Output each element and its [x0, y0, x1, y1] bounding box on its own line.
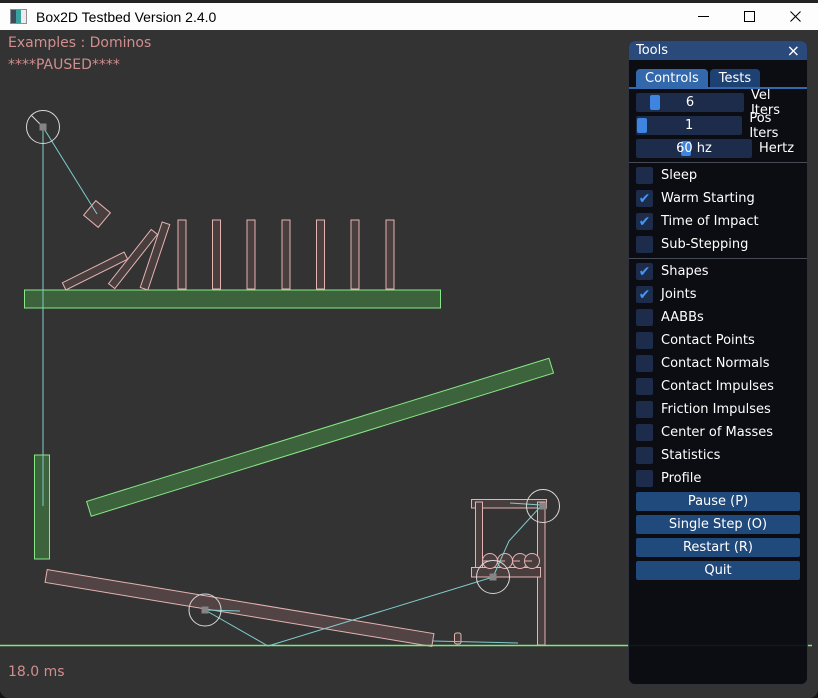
- minimize-icon: [698, 16, 709, 17]
- checkbox[interactable]: ✔: [636, 355, 653, 372]
- close-button[interactable]: [772, 3, 818, 30]
- titlebar: Box2D Testbed Version 2.4.0: [0, 0, 818, 30]
- checkbox[interactable]: ✔: [636, 332, 653, 349]
- slider-row: 60 hz Hertz: [636, 139, 800, 158]
- frame-time-label: 18.0 ms: [8, 664, 65, 680]
- tools-panel-titlebar[interactable]: Tools ×: [629, 41, 807, 60]
- slider-label: Pos Iters: [749, 111, 800, 141]
- tools-panel-title: Tools: [636, 43, 668, 58]
- tilted-plank: [87, 358, 554, 516]
- checkbox[interactable]: ✔: [636, 213, 653, 230]
- hertz-slider[interactable]: 60 hz: [636, 139, 752, 158]
- slider-value: 60 hz: [636, 139, 752, 158]
- checkbox[interactable]: ✔: [636, 263, 653, 280]
- app-window: Box2D Testbed Version 2.4.0: [0, 0, 818, 698]
- slider-row: 1 Pos Iters: [636, 116, 800, 135]
- checkbox[interactable]: ✔: [636, 424, 653, 441]
- checkbox[interactable]: ✔: [636, 286, 653, 303]
- tools-close-button[interactable]: ×: [787, 44, 800, 58]
- checkbox[interactable]: ✔: [636, 309, 653, 326]
- paused-label: ****PAUSED****: [8, 57, 120, 73]
- vel-iters-slider[interactable]: 6: [636, 93, 744, 112]
- checkbox-aabbs[interactable]: ✔ AABBs: [636, 308, 800, 327]
- tab-tests[interactable]: Tests: [710, 69, 760, 87]
- tools-panel: Tools × Controls Tests 6 Vel Iters 1 P: [628, 40, 808, 685]
- quit-button[interactable]: Quit: [636, 561, 800, 580]
- domino: [178, 220, 186, 289]
- minimize-button[interactable]: [680, 3, 726, 30]
- tools-panel-body: Controls Tests 6 Vel Iters 1 Pos Iters: [629, 60, 807, 580]
- checkmark-icon: ✔: [639, 215, 651, 229]
- checkmark-icon: ✔: [639, 265, 651, 279]
- checkbox-contact-points[interactable]: ✔ Contact Points: [636, 331, 800, 350]
- small-block: [455, 633, 462, 644]
- window-title: Box2D Testbed Version 2.4.0: [36, 9, 216, 25]
- checkbox[interactable]: ✔: [636, 236, 653, 253]
- vertical-plank: [35, 455, 50, 559]
- checkbox-contact-normals[interactable]: ✔ Contact Normals: [636, 354, 800, 373]
- checkbox-warm-starting[interactable]: ✔ Warm Starting: [636, 189, 800, 208]
- checkmark-icon: ✔: [639, 192, 651, 206]
- anchor-markers: [40, 124, 547, 614]
- checkmark-icon: ✔: [639, 288, 651, 302]
- tab-controls[interactable]: Controls: [636, 69, 708, 87]
- domino: [317, 220, 325, 289]
- domino: [282, 220, 290, 289]
- checkbox[interactable]: ✔: [636, 167, 653, 184]
- separator: [629, 258, 807, 259]
- slider-value: 6: [636, 93, 744, 112]
- tab-bar: Controls Tests: [629, 69, 807, 89]
- caption-buttons: [680, 3, 818, 30]
- domino: [247, 220, 255, 289]
- domino: [386, 220, 394, 289]
- checkbox-profile[interactable]: ✔ Profile: [636, 469, 800, 488]
- checkbox[interactable]: ✔: [636, 378, 653, 395]
- slider-row: 6 Vel Iters: [636, 93, 800, 112]
- checkbox-contact-impulses[interactable]: ✔ Contact Impulses: [636, 377, 800, 396]
- checkbox-friction-impulses[interactable]: ✔ Friction Impulses: [636, 400, 800, 419]
- checkbox-time-of-impact[interactable]: ✔ Time of Impact: [636, 212, 800, 231]
- close-icon: [790, 11, 801, 22]
- domino-platform: [25, 290, 441, 308]
- app-icon: [10, 9, 27, 24]
- checkbox-statistics[interactable]: ✔ Statistics: [636, 446, 800, 465]
- pause-button[interactable]: Pause (P): [636, 492, 800, 511]
- checkbox-shapes[interactable]: ✔ Shapes: [636, 262, 800, 281]
- checkbox[interactable]: ✔: [636, 470, 653, 487]
- checkbox[interactable]: ✔: [636, 401, 653, 418]
- example-label: Examples : Dominos: [8, 35, 151, 51]
- domino: [351, 220, 359, 289]
- checkbox-center-of-masses[interactable]: ✔ Center of Masses: [636, 423, 800, 442]
- maximize-icon: [744, 11, 755, 22]
- checkbox-joints[interactable]: ✔ Joints: [636, 285, 800, 304]
- separator: [629, 162, 807, 163]
- restart-button[interactable]: Restart (R): [636, 538, 800, 557]
- pos-iters-slider[interactable]: 1: [636, 116, 742, 135]
- slider-label: Hertz: [759, 141, 794, 156]
- seesaw-plank: [45, 570, 434, 647]
- domino: [213, 220, 221, 289]
- checkbox[interactable]: ✔: [636, 190, 653, 207]
- maximize-button[interactable]: [726, 3, 772, 30]
- checkbox-sleep[interactable]: ✔ Sleep: [636, 166, 800, 185]
- single-step-button[interactable]: Single Step (O): [636, 515, 800, 534]
- checkbox-sub-stepping[interactable]: ✔ Sub-Stepping: [636, 235, 800, 254]
- slider-value: 1: [636, 116, 742, 135]
- cradle-left-post: [476, 502, 483, 573]
- checkbox[interactable]: ✔: [636, 447, 653, 464]
